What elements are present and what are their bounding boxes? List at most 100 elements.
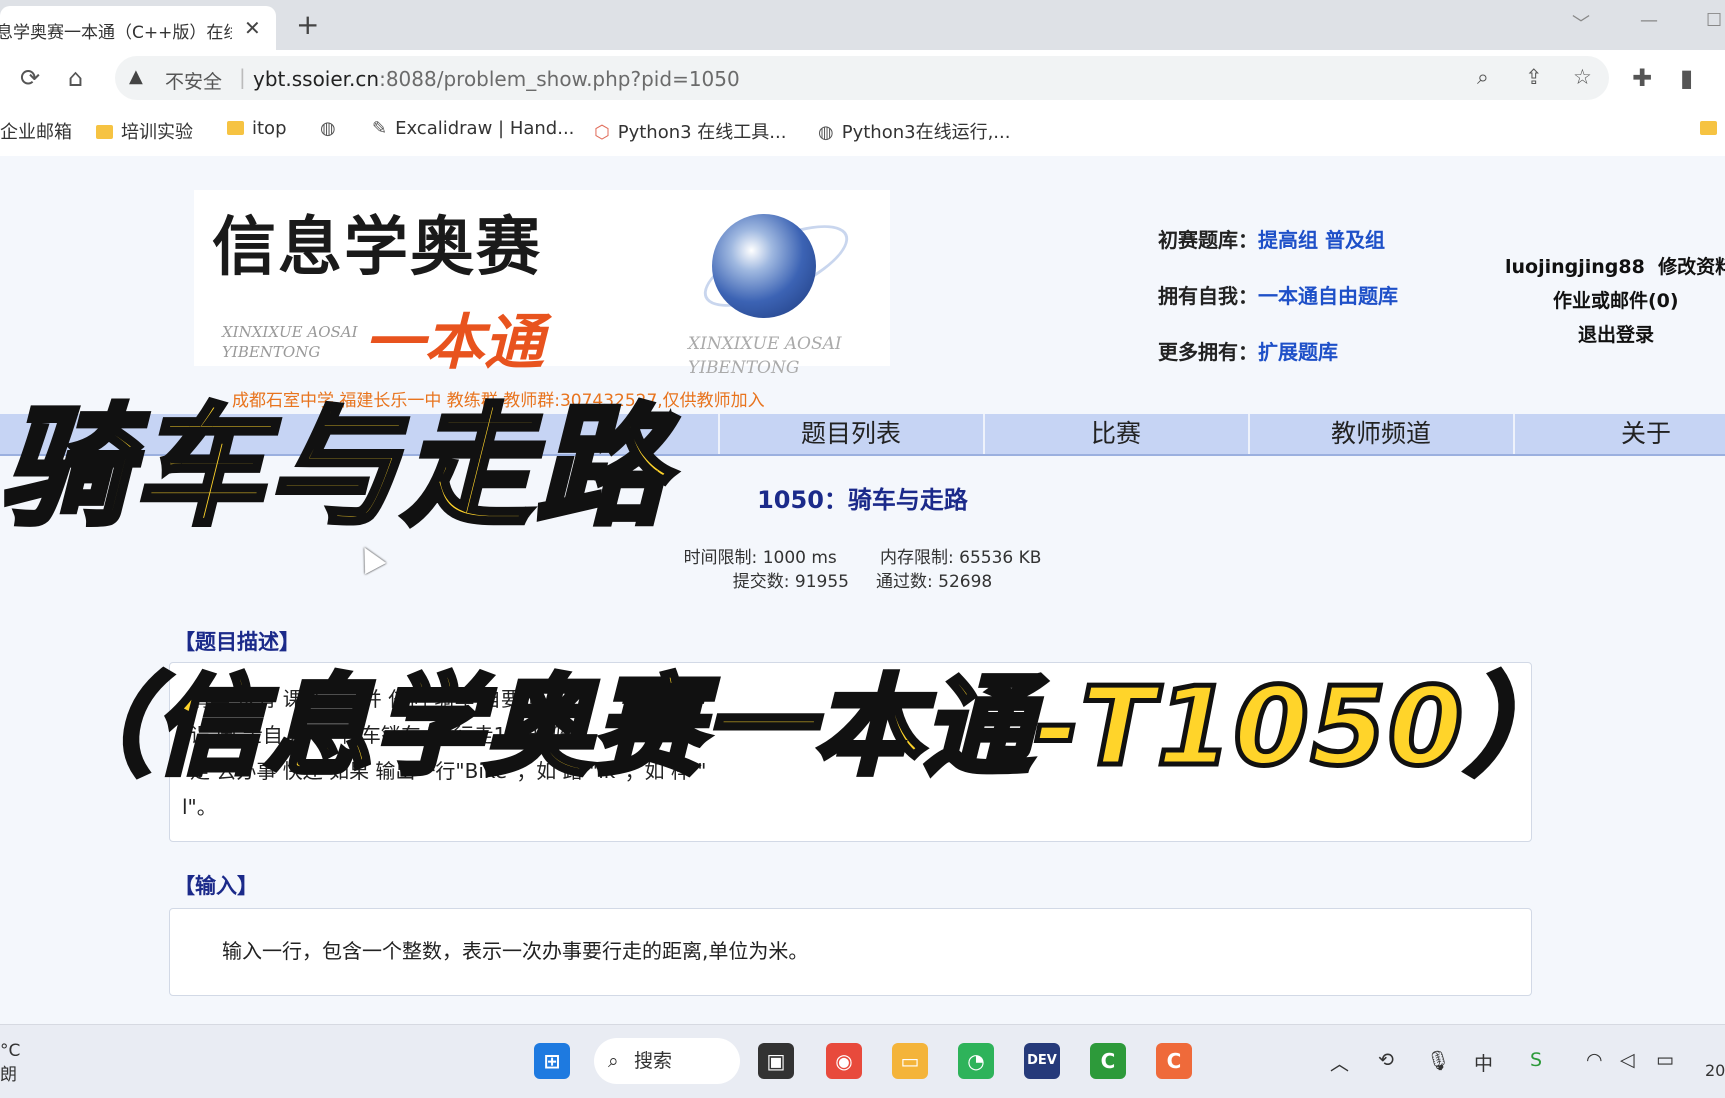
wifi-icon[interactable]: ◠ <box>1586 1049 1603 1071</box>
globe-icon <box>712 214 816 318</box>
input-description: 输入一行，包含一个整数，表示一次办事要行走的距离,单位为米。 <box>222 939 809 963</box>
chrome-icon[interactable]: ◉ <box>826 1043 862 1079</box>
wechat-icon[interactable]: ◔ <box>958 1043 994 1079</box>
weather-desc: 朗 <box>0 1065 17 1085</box>
logo-pinyin-line: XINXIXUE AOSAI <box>688 334 842 354</box>
star-icon[interactable]: ☆ <box>1573 65 1592 89</box>
search-label: 搜索 <box>634 1050 673 1072</box>
url-text[interactable]: ybt.ssoier.cn:8088/problem_show.php?pid=… <box>253 67 740 91</box>
chevron-up-icon[interactable]: ︿ <box>1330 1049 1349 1076</box>
browser-tab[interactable]: 息学奥赛一本通（C++版）在线 ✕ <box>0 6 276 50</box>
search-icon: ⌕ <box>608 1050 619 1072</box>
volume-icon[interactable]: ◁ <box>1620 1049 1635 1071</box>
header-links: 初赛题库：提高组 普及组 拥有自我：一本通自由题库 更多拥有：扩展题库 <box>1158 212 1398 380</box>
bookmark-overflow[interactable] <box>1700 118 1725 139</box>
overlay-title: 骑车与走路 <box>0 389 671 546</box>
clock[interactable]: 20 <box>1705 1061 1725 1080</box>
extensions-icon[interactable]: ✚ <box>1632 64 1652 92</box>
link-row-label: 拥有自我： <box>1158 284 1258 308</box>
start-icon[interactable]: ⊞ <box>534 1043 570 1079</box>
nav-about[interactable]: 关于 <box>1513 414 1725 454</box>
pen-icon: ✎ <box>372 118 388 139</box>
bookmark-item[interactable]: 企业邮箱 <box>0 118 72 144</box>
bookmark-item[interactable]: ✎ Excalidraw | Hand... <box>372 118 574 139</box>
bookmarks-bar: 企业邮箱 培训实验 itop ◍ ✎ Excalidraw | Hand... ⬡… <box>0 108 1725 157</box>
home-icon[interactable]: ⌂ <box>68 64 83 92</box>
browser-tab-bar: 息学奥赛一本通（C++版）在线 ✕ + ﹀ — ☐ <box>0 0 1725 50</box>
weather-widget[interactable]: °C 朗 <box>0 1039 20 1087</box>
logo-pinyin-line: YIBENTONG <box>688 358 800 378</box>
nav-contest[interactable]: 比赛 <box>983 414 1247 454</box>
sync-icon[interactable]: ⟲ <box>1378 1049 1394 1071</box>
file-explorer-icon[interactable]: ▭ <box>892 1043 928 1079</box>
task-view-icon[interactable]: ▣ <box>758 1043 794 1079</box>
bookmark-item[interactable]: itop <box>227 118 287 139</box>
globe-icon: ◍ <box>818 122 834 143</box>
bookmark-label: itop <box>252 118 287 139</box>
link-row-label: 初赛题库： <box>1158 228 1258 252</box>
reload-icon[interactable]: ⟳ <box>20 64 40 92</box>
warning-icon[interactable]: ▲ <box>129 66 143 87</box>
user-info: luojingjing88 修改资料 <box>1505 252 1725 279</box>
maximize-icon[interactable]: ☐ <box>1706 10 1722 31</box>
sogou-icon[interactable]: S <box>1530 1049 1542 1071</box>
ime-icon[interactable]: 中 <box>1474 1049 1493 1076</box>
tab-search-icon[interactable]: ﹀ <box>1572 10 1590 36</box>
battery-icon[interactable]: ▭ <box>1656 1049 1674 1071</box>
insecure-label[interactable]: 不安全 <box>165 67 222 94</box>
side-panel-icon[interactable]: ▮ <box>1680 64 1693 92</box>
problem-limits: 时间限制: 1000 ms 内存限制: 65536 KB 提交数: 91955 通… <box>0 546 1725 594</box>
input-heading: 【输入】 <box>174 874 258 898</box>
microphone-icon[interactable]: 🎙 <box>1426 1049 1450 1072</box>
devcpp-icon[interactable]: DEV <box>1024 1043 1060 1079</box>
link-row: 初赛题库：提高组 普及组 <box>1158 212 1398 268</box>
camtasia-green-icon[interactable]: C <box>1090 1043 1126 1079</box>
new-tab-button[interactable]: + <box>296 8 319 41</box>
url-host: ybt.ssoier.cn <box>253 67 380 91</box>
stats-line: 提交数: 91955 通过数: 52698 <box>732 572 993 592</box>
bookmark-item[interactable]: ◍ Python3在线运行,... <box>818 118 1010 144</box>
bookmark-item[interactable]: 培训实验 <box>96 118 193 144</box>
minimize-icon[interactable]: — <box>1640 10 1658 31</box>
site-logo[interactable]: 信息学奥赛 一本通 XINXIXUE AOSAI YIBENTONG XINXI… <box>194 190 890 378</box>
url-path: :8088/problem_show.php?pid=1050 <box>379 67 740 91</box>
edit-profile-link[interactable]: 修改资料 <box>1658 256 1725 278</box>
nav-teacher[interactable]: 教师频道 <box>1248 414 1512 454</box>
close-icon[interactable]: ✕ <box>244 16 261 40</box>
share-icon[interactable]: ⇪ <box>1525 65 1543 89</box>
browser-toolbar: ⟳ ⌂ ▲ 不安全 | ybt.ssoier.cn:8088/problem_s… <box>0 50 1725 108</box>
mail-link[interactable]: 作业或邮件(0) <box>1553 286 1679 313</box>
zoom-icon[interactable]: ⌕ <box>1477 65 1489 90</box>
address-separator: | <box>239 65 246 89</box>
logo-pinyin-line: XINXIXUE AOSAI <box>222 323 358 341</box>
link-row-label: 更多拥有： <box>1158 340 1258 364</box>
link-free-bank[interactable]: 一本通自由题库 <box>1258 284 1398 308</box>
bookmark-label: 培训实验 <box>121 122 193 143</box>
logout-link[interactable]: 退出登录 <box>1578 320 1654 347</box>
bookmark-item[interactable]: ◍ <box>320 118 344 139</box>
taskbar-search[interactable]: ⌕ 搜索 <box>594 1038 740 1084</box>
logo-pinyin: XINXIXUE AOSAI YIBENTONG <box>222 322 358 362</box>
username[interactable]: luojingjing88 <box>1505 256 1645 278</box>
overlay-subtitle: （信息学奥赛一本通-T1050） <box>41 663 1576 793</box>
folder-icon <box>96 125 113 139</box>
address-bar[interactable]: ▲ 不安全 | ybt.ssoier.cn:8088/problem_show.… <box>115 56 1609 100</box>
page-content: 信息学奥赛 一本通 XINXIXUE AOSAI YIBENTONG XINXI… <box>0 156 1725 1024</box>
globe-icon: ◍ <box>320 118 336 139</box>
input-box: 输入一行，包含一个整数，表示一次办事要行走的距离,单位为米。 <box>169 908 1532 996</box>
tab-title: 息学奥赛一本通（C++版）在线 <box>0 23 232 43</box>
bookmark-label: 企业邮箱 <box>0 122 72 143</box>
bookmark-label: Excalidraw | Hand... <box>395 118 575 139</box>
logo-pinyin-line: YIBENTONG <box>222 343 321 361</box>
nav-problem-list[interactable]: 题目列表 <box>718 414 982 454</box>
bookmark-item[interactable]: ⬡ Python3 在线工具... <box>594 118 786 144</box>
bookmark-label: Python3 在线工具... <box>617 122 787 143</box>
windows-taskbar: °C 朗 ⊞ ⌕ 搜索 ▣ ◉ ▭ ◔ DEV C C ︿ ⟲ 🎙 中 S ◠ … <box>0 1024 1725 1098</box>
link-row: 拥有自我：一本通自由题库 <box>1158 268 1398 324</box>
link-extended-bank[interactable]: 扩展题库 <box>1258 340 1338 364</box>
weather-temp: °C <box>0 1041 21 1061</box>
link-question-bank[interactable]: 提高组 普及组 <box>1258 228 1385 252</box>
cube-icon: ⬡ <box>594 122 610 143</box>
folder-icon <box>1700 121 1717 135</box>
camtasia-orange-icon[interactable]: C <box>1156 1043 1192 1079</box>
